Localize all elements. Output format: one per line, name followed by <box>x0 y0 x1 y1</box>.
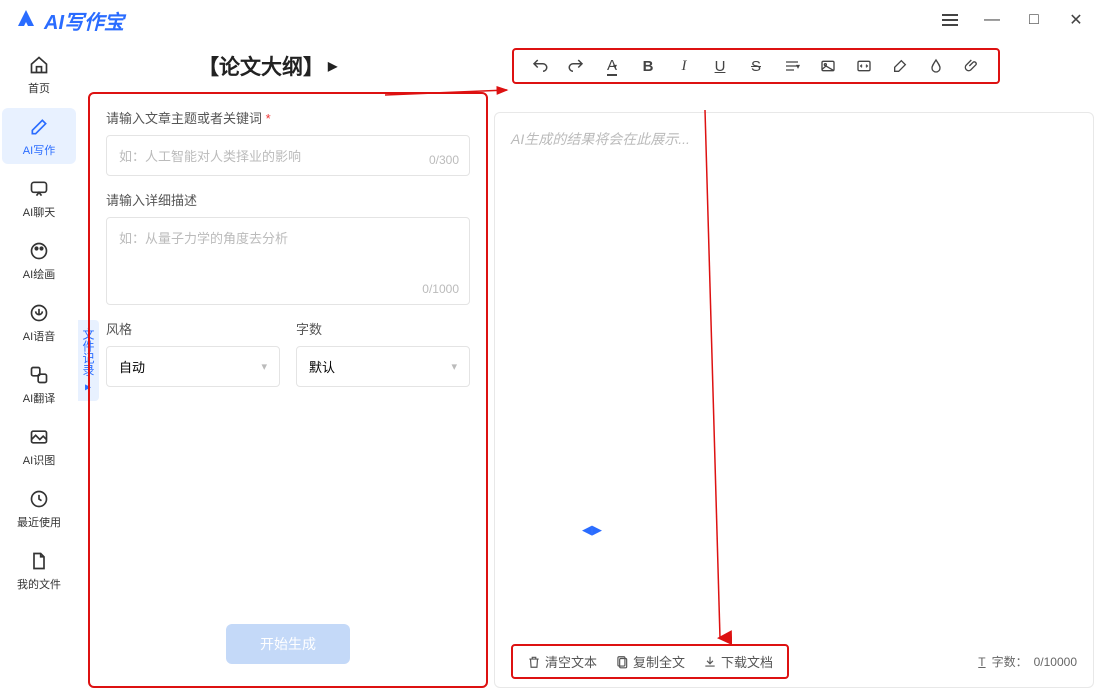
detail-counter: 0/1000 <box>422 282 459 296</box>
sidebar-item-ai-voice[interactable]: AI语音 <box>2 294 76 350</box>
titlebar: AI写作宝 — □ ✕ <box>0 0 1100 40</box>
topic-label: 请输入文章主题或者关键词 <box>106 108 470 127</box>
chevron-down-icon: ▾ <box>451 360 457 373</box>
copy-icon <box>615 655 629 669</box>
home-icon <box>28 54 50 76</box>
editor-toolbar: A▾ B I U S ▾ <box>512 48 1000 84</box>
panels: 请输入文章主题或者关键词 如：人工智能对人类择业的影响 0/300 请输入详细描… <box>78 92 1100 692</box>
sidebar-item-my-files[interactable]: 我的文件 <box>2 542 76 598</box>
header-row: 【论文大纲】 ▶ A▾ B I U S ▾ <box>78 40 1100 92</box>
font-color-button[interactable]: A▾ <box>602 56 622 76</box>
sidebar-item-home[interactable]: 首页 <box>2 46 76 102</box>
download-icon <box>703 655 717 669</box>
minimize-button[interactable]: — <box>982 10 1002 30</box>
footer-actions: 清空文本 复制全文 下载文档 <box>511 644 789 679</box>
trash-icon <box>527 655 541 669</box>
sidebar-item-ai-write[interactable]: AI写作 <box>2 108 76 164</box>
sidebar-item-ai-image[interactable]: AI识图 <box>2 418 76 474</box>
style-label: 风格 <box>106 319 280 338</box>
page-title[interactable]: 【论文大纲】 ▶ <box>198 51 337 81</box>
main: 首页 AI写作 AI聊天 AI绘画 AI语音 AI翻译 AI识图 最近使用 <box>0 40 1100 692</box>
count-label: 字数 <box>296 319 470 338</box>
sidebar-item-ai-chat[interactable]: AI聊天 <box>2 170 76 226</box>
close-button[interactable]: ✕ <box>1066 10 1086 30</box>
image-icon <box>28 426 50 448</box>
output-placeholder: AI生成的结果将会在此展示... <box>511 129 1077 149</box>
topic-counter: 0/300 <box>429 153 459 167</box>
maximize-button[interactable]: □ <box>1024 10 1044 30</box>
sidebar-item-recent[interactable]: 最近使用 <box>2 480 76 536</box>
translate-icon <box>28 364 50 386</box>
insert-code-button[interactable] <box>854 56 874 76</box>
clock-icon <box>28 488 50 510</box>
sidebar-item-ai-translate[interactable]: AI翻译 <box>2 356 76 412</box>
sidebar: 首页 AI写作 AI聊天 AI绘画 AI语音 AI翻译 AI识图 最近使用 <box>0 40 78 692</box>
italic-button[interactable]: I <box>674 56 694 76</box>
underline-button[interactable]: U <box>710 56 730 76</box>
detail-label: 请输入详细描述 <box>106 190 470 209</box>
app-name: AI写作宝 <box>44 6 124 35</box>
input-panel: 请输入文章主题或者关键词 如：人工智能对人类择业的影响 0/300 请输入详细描… <box>88 92 488 688</box>
detail-input[interactable]: 如：从量子力学的角度去分析 0/1000 <box>106 217 470 305</box>
content: 【论文大纲】 ▶ A▾ B I U S ▾ 请输入文章 <box>78 40 1100 692</box>
edit-icon <box>28 116 50 138</box>
app-logo: AI写作宝 <box>14 6 124 35</box>
sidebar-item-ai-paint[interactable]: AI绘画 <box>2 232 76 288</box>
count-select[interactable]: 默认 ▾ <box>296 346 470 387</box>
insert-image-button[interactable] <box>818 56 838 76</box>
generate-button[interactable]: 开始生成 <box>226 624 350 664</box>
redo-button[interactable] <box>566 56 586 76</box>
mic-icon <box>28 302 50 324</box>
chevron-down-icon: ▾ <box>261 360 267 373</box>
menu-button[interactable] <box>940 10 960 30</box>
chat-icon <box>28 178 50 200</box>
file-icon <box>28 550 50 572</box>
output-footer: 清空文本 复制全文 下载文档 T 字数：0/10000 <box>511 644 1077 679</box>
paint-icon <box>28 240 50 262</box>
align-button[interactable]: ▾ <box>782 56 802 76</box>
output-panel: AI生成的结果将会在此展示... 清空文本 复制全文 下 <box>494 112 1094 688</box>
download-button[interactable]: 下载文档 <box>703 652 773 671</box>
text-icon: T <box>978 655 985 669</box>
drop-button[interactable] <box>926 56 946 76</box>
style-select[interactable]: 自动 ▾ <box>106 346 280 387</box>
hamburger-icon <box>942 14 958 26</box>
brush-button[interactable] <box>890 56 910 76</box>
topic-input[interactable]: 如：人工智能对人类择业的影响 0/300 <box>106 135 470 176</box>
strike-button[interactable]: S <box>746 56 766 76</box>
attach-button[interactable] <box>962 56 982 76</box>
copy-all-button[interactable]: 复制全文 <box>615 652 685 671</box>
word-count: T 字数：0/10000 <box>978 653 1077 670</box>
undo-button[interactable] <box>530 56 550 76</box>
logo-icon <box>14 8 38 32</box>
bold-button[interactable]: B <box>638 56 658 76</box>
clear-text-button[interactable]: 清空文本 <box>527 652 597 671</box>
dropdown-arrow-icon: ▶ <box>328 59 337 73</box>
